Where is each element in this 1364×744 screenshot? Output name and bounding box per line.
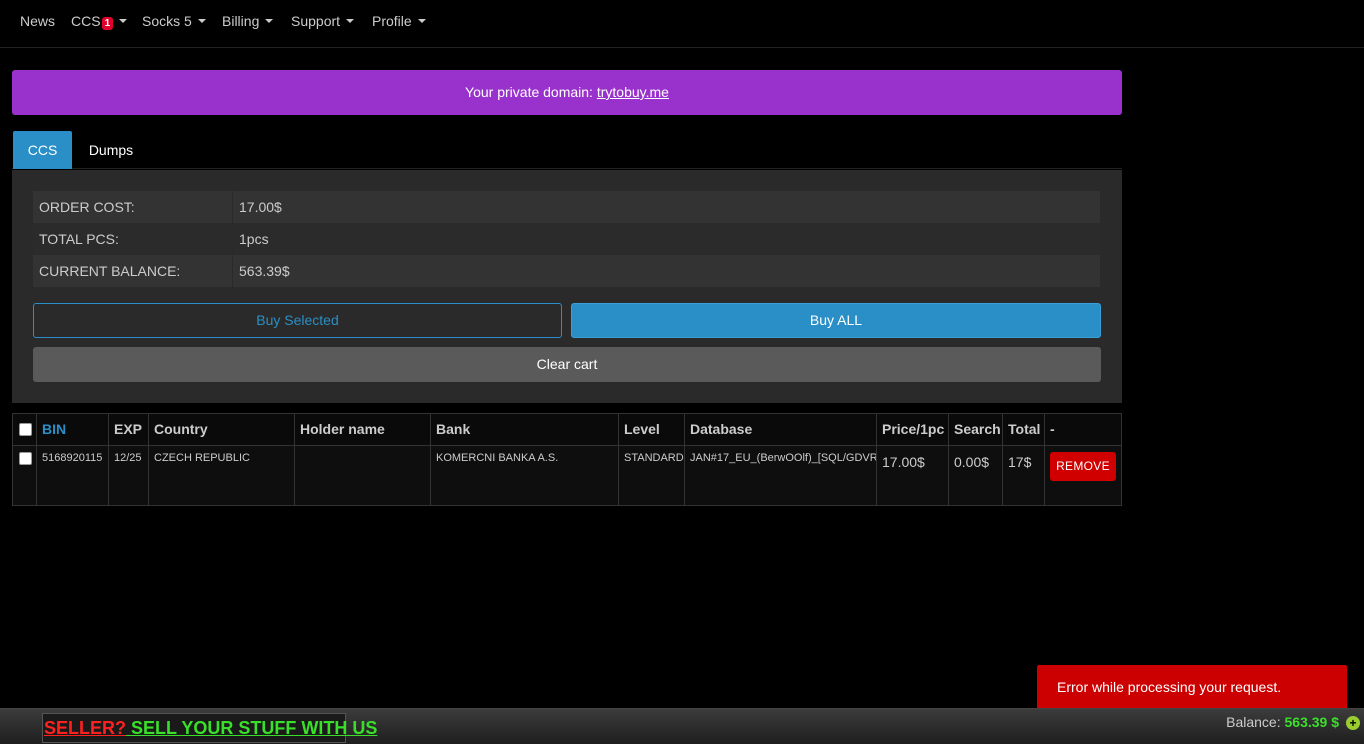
cart-table: BIN EXP Country Holder name Bank Level D… xyxy=(12,413,1122,506)
nav-news-label: News xyxy=(20,13,56,29)
footer-bar: SELLER? SELL YOUR STUFF WITH US Balance:… xyxy=(0,708,1364,744)
nav-billing[interactable]: Billing xyxy=(222,13,274,29)
cart-table-header: BIN EXP Country Holder name Bank Level D… xyxy=(13,414,1121,446)
cell-price: 17.00$ xyxy=(877,446,949,505)
banner-text: Your private domain: xyxy=(465,84,597,100)
nav-billing-label: Billing xyxy=(222,13,260,29)
cell-database: JAN#17_EU_(BerwOOlf)_[SQL/GDVR] xyxy=(685,446,877,505)
chevron-down-icon xyxy=(265,19,274,24)
summary-key: ORDER COST: xyxy=(33,191,233,223)
column-header-database: Database xyxy=(685,414,877,445)
row-select-cell xyxy=(13,446,37,505)
select-all-checkbox[interactable] xyxy=(19,423,32,436)
nav-socks5-label: Socks 5 xyxy=(142,13,192,29)
tab-bar: CCS Dumps xyxy=(12,131,1122,169)
chevron-down-icon xyxy=(346,19,355,24)
chevron-down-icon xyxy=(417,19,426,24)
cell-bank: KOMERCNI BANKA A.S. xyxy=(431,446,619,505)
column-header-level: Level xyxy=(619,414,685,445)
cell-country: CZECH REPUBLIC xyxy=(149,446,295,505)
cell-exp: 12/25 xyxy=(109,446,149,505)
plus-circle-icon[interactable]: + xyxy=(1346,716,1360,730)
error-toast-message: Error while processing your request. xyxy=(1057,679,1282,695)
table-row: 5168920115 12/25 CZECH REPUBLIC KOMERCNI… xyxy=(13,446,1121,505)
summary-key: CURRENT BALANCE: xyxy=(33,255,233,287)
summary-row-total-pcs: TOTAL PCS: 1pcs xyxy=(33,223,1100,255)
nav-ccs-label: CCS xyxy=(71,13,101,29)
buy-all-button[interactable]: Buy ALL xyxy=(571,303,1101,338)
buy-selected-button[interactable]: Buy Selected xyxy=(33,303,562,338)
chevron-down-icon xyxy=(197,19,206,24)
summary-value: 17.00$ xyxy=(239,199,282,215)
column-header-exp: EXP xyxy=(109,414,149,445)
remove-button[interactable]: REMOVE xyxy=(1050,452,1116,481)
row-checkbox[interactable] xyxy=(19,452,32,465)
select-all-cell xyxy=(13,414,37,445)
cell-total: 17$ xyxy=(1003,446,1045,505)
cell-level: STANDARD xyxy=(619,446,685,505)
footer-balance: Balance: 563.39 $ xyxy=(1226,714,1339,730)
summary-row-order-cost: ORDER COST: 17.00$ xyxy=(33,191,1100,223)
top-navbar: News CCS 1 Socks 5 Billing Support Profil… xyxy=(0,0,1364,48)
column-header-price: Price/1pc xyxy=(877,414,949,445)
tab-dumps[interactable]: Dumps xyxy=(78,131,144,169)
order-summary-panel: ORDER COST: 17.00$ TOTAL PCS: 1pcs CURRE… xyxy=(12,170,1122,403)
chevron-down-icon xyxy=(119,19,128,24)
cell-action: REMOVE xyxy=(1045,446,1121,505)
clear-cart-button[interactable]: Clear cart xyxy=(33,347,1101,382)
private-domain-link[interactable]: trytobuy.me xyxy=(597,84,669,100)
private-domain-banner: Your private domain: trytobuy.me xyxy=(12,70,1122,115)
cell-holder xyxy=(295,446,431,505)
column-header-total: Total xyxy=(1003,414,1045,445)
nav-ccs[interactable]: CCS 1 xyxy=(71,13,128,30)
nav-profile[interactable]: Profile xyxy=(372,13,426,29)
summary-value: 563.39$ xyxy=(239,263,290,279)
seller-text: SELL YOUR STUFF WITH US xyxy=(126,718,378,738)
nav-profile-label: Profile xyxy=(372,13,412,29)
cell-bin: 5168920115 xyxy=(37,446,109,505)
column-header-search: Search xyxy=(949,414,1003,445)
seller-prefix: SELLER? xyxy=(44,718,127,738)
balance-value: 563.39 $ xyxy=(1284,714,1340,730)
seller-promo-link[interactable]: SELLER? SELL YOUR STUFF WITH US xyxy=(42,713,377,743)
nav-support-label: Support xyxy=(291,13,341,29)
column-header-bin[interactable]: BIN xyxy=(37,414,109,445)
column-header-holder: Holder name xyxy=(295,414,431,445)
nav-ccs-badge: 1 xyxy=(101,16,114,30)
tab-ccs[interactable]: CCS xyxy=(13,131,72,169)
column-header-action: - xyxy=(1050,421,1055,437)
column-header-bank: Bank xyxy=(431,414,619,445)
summary-key: TOTAL PCS: xyxy=(33,223,233,255)
summary-value: 1pcs xyxy=(239,231,269,247)
nav-support[interactable]: Support xyxy=(291,13,355,29)
summary-row-current-balance: CURRENT BALANCE: 563.39$ xyxy=(33,255,1100,287)
order-summary-table: ORDER COST: 17.00$ TOTAL PCS: 1pcs CURRE… xyxy=(33,191,1100,287)
error-toast[interactable]: Error while processing your request. xyxy=(1037,665,1347,709)
column-header-country: Country xyxy=(149,414,295,445)
nav-socks5[interactable]: Socks 5 xyxy=(142,13,206,29)
balance-label: Balance: xyxy=(1226,714,1285,730)
nav-news[interactable]: News xyxy=(20,13,55,29)
cell-search: 0.00$ xyxy=(949,446,1003,505)
